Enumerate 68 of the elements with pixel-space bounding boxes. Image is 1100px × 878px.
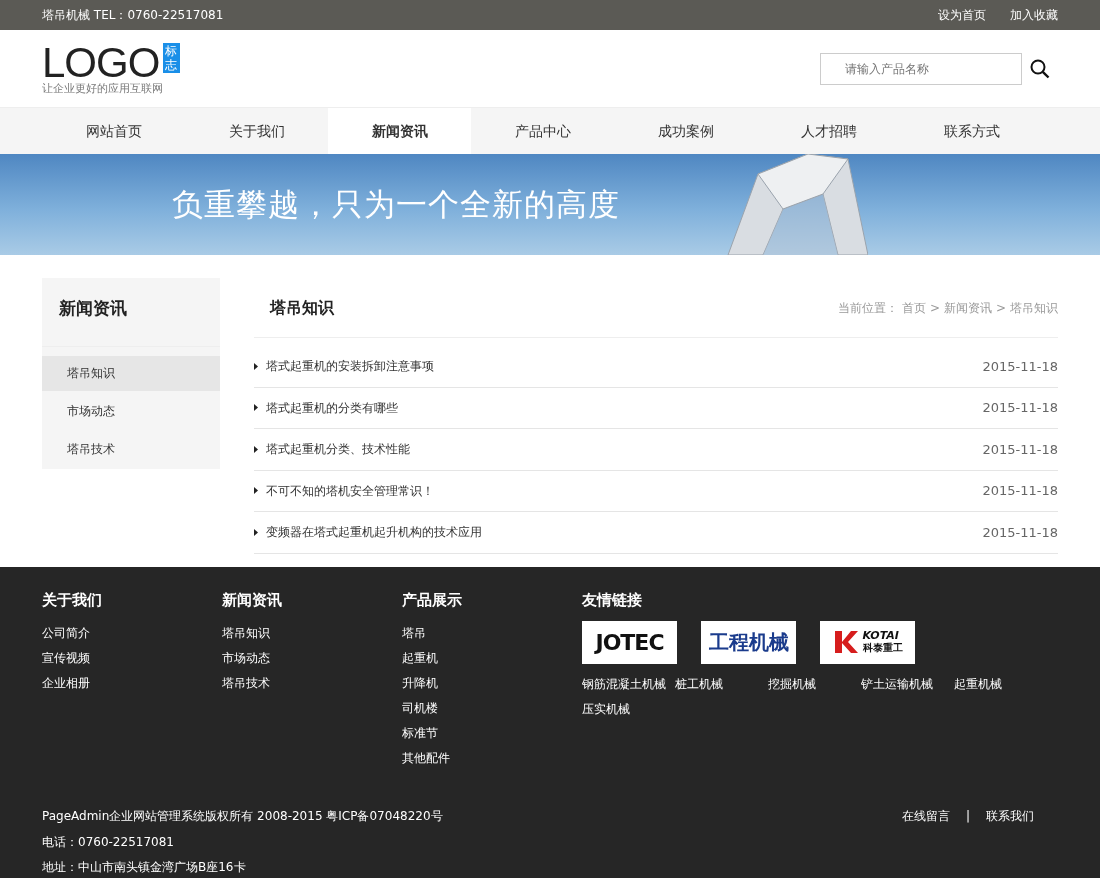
partner-link[interactable]: 铲土运输机械 [861,671,954,697]
article-link[interactable]: 变频器在塔式起重机起升机构的技术应用 [266,523,482,542]
article-date: 2015-11-18 [982,523,1058,542]
footer-link[interactable]: 司机楼 [402,695,582,721]
footer-link[interactable]: 标准节 [402,720,582,746]
logo-text: LOGO [42,42,160,83]
partner-logo[interactable]: KOTAI 科泰重工 [820,620,915,664]
footer-link[interactable]: 塔吊 [402,620,582,646]
copyright-text: PageAdmin企业网站管理系统版权所有 2008-2015 粤ICP备07048220号 [42,808,443,825]
partner-link[interactable]: 压实机械 [582,696,675,722]
address-text: 地址：中山市南头镇金湾广场B座16卡 [42,859,247,876]
bullet-icon [254,528,258,536]
sidebar-item[interactable]: 塔吊技术 [42,432,220,467]
article-date: 2015-11-18 [982,482,1058,500]
bullet-icon [254,362,258,370]
article-date: 2015-11-18 [982,357,1058,376]
article-link[interactable]: 不可不知的塔机安全管理常识！ [266,481,434,500]
partner-link[interactable]: 挖掘机械 [768,671,861,697]
footer-link[interactable]: 起重机 [402,645,582,671]
link-separator: | [965,808,970,825]
partner-link[interactable]: 钢筋混凝土机械 [582,671,675,697]
footer-link[interactable]: 联系我们 [986,804,1034,830]
footer-link[interactable]: 塔吊技术 [222,670,402,696]
article-link[interactable]: 塔式起重机分类、技术性能 [266,440,410,459]
footer-link[interactable]: 在线留言 [901,804,950,830]
section-title: 塔吊知识 [270,296,334,319]
footer-link[interactable]: 市场动态 [222,645,402,671]
bullet-icon [254,404,258,412]
bullet-icon [254,445,258,453]
footer-link[interactable]: 公司简介 [42,620,222,646]
article-link[interactable]: 塔式起重机的安装拆卸注意事项 [266,357,434,376]
footer-link[interactable]: 其他配件 [402,745,582,771]
logo-badge: 标志 [163,42,181,73]
nav-tab[interactable]: 人才招聘 [757,108,900,154]
nav-tab[interactable]: 关于我们 [185,108,328,154]
sidebar-item[interactable]: 塔吊知识 [42,356,220,391]
breadcrumb-label: 当前位置： [837,299,898,317]
nav-tab[interactable]: 网站首页 [42,108,185,154]
partner-logo[interactable]: 工程机械 [701,620,796,664]
nav-tab[interactable]: 新闻资讯 [328,108,471,154]
nav-tab[interactable]: 产品中心 [471,108,614,154]
footer-heading: 关于我们 [42,590,103,611]
footer-link[interactable]: 升降机 [402,670,582,696]
partner-logo[interactable]: JOTEC [582,620,677,664]
footer-heading: 友情链接 [582,590,643,611]
breadcrumb-separator: > [995,299,1006,317]
banner-slogan: 负重攀越，只为一个全新的高度 [171,185,620,225]
sidebar-title: 新闻资讯 [42,278,220,347]
breadcrumb-separator: > [929,299,940,317]
footer-heading: 产品展示 [402,590,463,611]
footer-link[interactable]: 宣传视频 [42,645,222,671]
article-date: 2015-11-18 [982,399,1058,417]
partner-link[interactable]: 桩工机械 [675,671,768,697]
article-date: 2015-11-18 [982,440,1058,459]
tagline: 让企业更好的应用互联网 [42,82,164,95]
footer-heading: 新闻资讯 [222,590,283,611]
phone-text: 电话：0760-22517081 [42,833,175,851]
nav-tab[interactable]: 联系方式 [900,108,1043,154]
bullet-icon [254,487,258,495]
article-link[interactable]: 塔式起重机的分类有哪些 [266,398,398,417]
footer-link[interactable]: 塔吊知识 [222,620,402,646]
partner-link[interactable]: 起重机械 [954,671,1047,697]
top-link[interactable]: 设为首页 [938,6,986,24]
sidebar-item[interactable]: 市场动态 [42,394,220,429]
contact-text: 塔吊机械 TEL：0760-22517081 [42,7,224,24]
footer-link[interactable]: 企业相册 [42,670,222,696]
top-link[interactable]: 加入收藏 [1010,6,1058,24]
nav-tab[interactable]: 成功案例 [614,108,757,154]
